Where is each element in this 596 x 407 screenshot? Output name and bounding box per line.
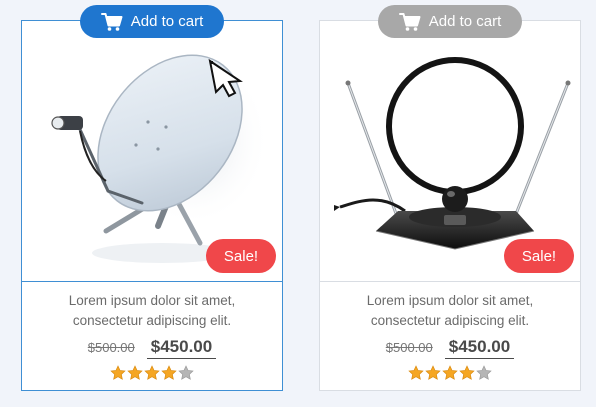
description-line: Lorem ipsum dolor sit amet,: [68, 293, 236, 308]
product-description: Lorem ipsum dolor sit amet, consectetur …: [22, 291, 282, 331]
sale-badge: Sale!: [206, 239, 276, 273]
star-filled-icon: [459, 365, 475, 380]
product-image[interactable]: Sale!: [22, 21, 282, 282]
star-empty-icon: [178, 365, 194, 380]
add-to-cart-label: Add to cart: [130, 13, 204, 30]
description-line: consectetur adipiscing elit.: [72, 313, 232, 328]
star-filled-icon: [144, 365, 160, 380]
star-rating: [320, 365, 580, 381]
product-description: Lorem ipsum dolor sit amet, consectetur …: [320, 291, 580, 331]
star-filled-icon: [110, 365, 126, 380]
price-row: $500.00 $450.00: [320, 337, 580, 359]
shopping-cart-icon: [398, 12, 421, 31]
star-filled-icon: [442, 365, 458, 380]
product-image[interactable]: Sale!: [320, 21, 580, 282]
star-filled-icon: [127, 365, 143, 380]
description-line: consectetur adipiscing elit.: [370, 313, 530, 328]
star-rating: [22, 365, 282, 381]
sale-badge: Sale!: [504, 239, 574, 273]
old-price: $500.00: [385, 340, 433, 355]
star-empty-icon: [476, 365, 492, 380]
add-to-cart-label: Add to cart: [428, 13, 502, 30]
description-line: Lorem ipsum dolor sit amet,: [366, 293, 534, 308]
star-filled-icon: [408, 365, 424, 380]
product-card[interactable]: Add to cart Sale! Lorem ipsum dolor sit …: [21, 5, 283, 391]
add-to-cart-button[interactable]: Add to cart: [80, 5, 224, 38]
old-price: $500.00: [87, 340, 135, 355]
sale-price: $450.00: [146, 337, 217, 359]
sale-price: $450.00: [444, 337, 515, 359]
price-row: $500.00 $450.00: [22, 337, 282, 359]
star-filled-icon: [425, 365, 441, 380]
add-to-cart-button[interactable]: Add to cart: [378, 5, 522, 38]
product-card[interactable]: Add to cart Sale! Lorem ipsum dolor sit …: [319, 5, 581, 391]
star-filled-icon: [161, 365, 177, 380]
shopping-cart-icon: [100, 12, 123, 31]
